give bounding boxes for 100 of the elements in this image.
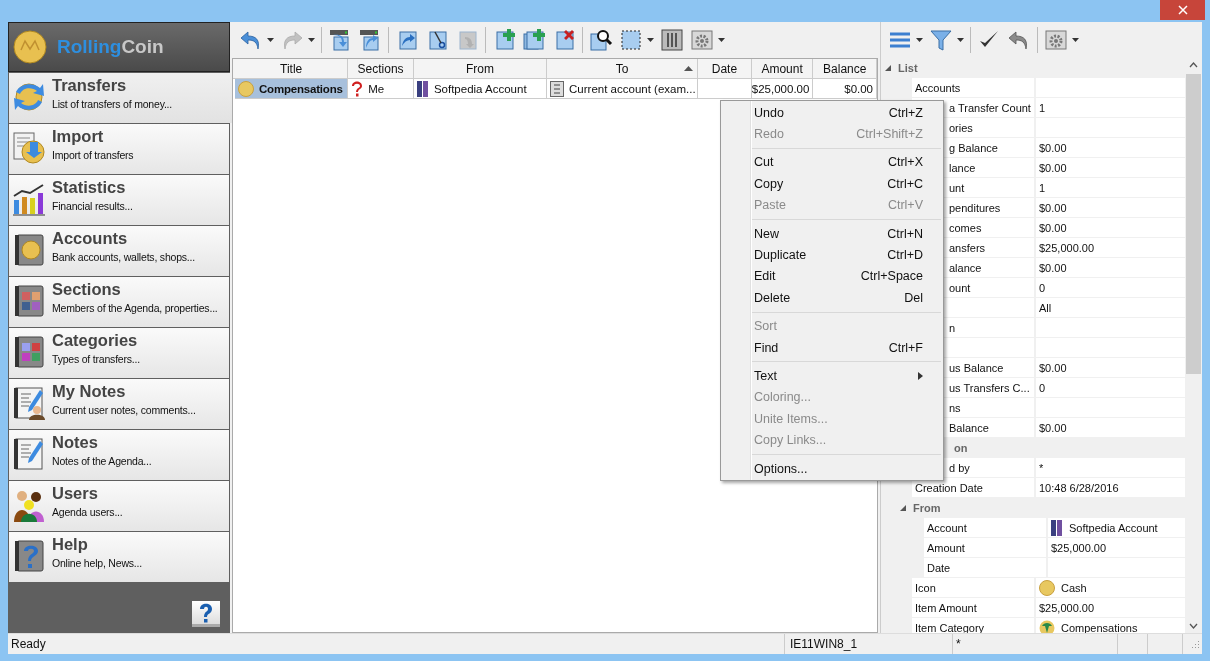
property-value[interactable]: $0.00	[1036, 138, 1185, 157]
property-value[interactable]: 0	[1036, 278, 1185, 297]
caret-icon	[718, 38, 725, 42]
notepad-user-icon	[12, 386, 46, 420]
property-value[interactable]: 1	[1036, 178, 1185, 197]
column-header[interactable]: Title	[235, 59, 349, 78]
navigation-item[interactable]: Sections Members of the Agenda, properties...	[9, 277, 229, 327]
filter-icon	[929, 28, 953, 52]
drive-arrow-icon	[358, 28, 382, 52]
help-button[interactable]	[192, 601, 220, 627]
navigation-item[interactable]: Users Agenda users...	[9, 481, 229, 531]
property-value[interactable]: $0.00	[1036, 158, 1185, 177]
property-name: Item Category	[912, 618, 1034, 633]
property-name: Amount	[924, 538, 1046, 557]
status-text: IE11WIN8_1	[785, 634, 953, 654]
binder-icon	[1051, 519, 1063, 536]
table-cell: $0.00	[813, 79, 877, 99]
coin-arrows-icon	[12, 80, 46, 114]
column-header[interactable]: From	[413, 59, 548, 78]
help-book-icon	[12, 539, 46, 573]
column-header[interactable]: Balance	[813, 59, 878, 78]
column-header[interactable]: Sections	[348, 59, 414, 78]
property-value[interactable]: Cash	[1036, 578, 1185, 597]
property-value[interactable]: $25,000.00	[1036, 598, 1185, 617]
navigation-item[interactable]: Categories Types of transfers...	[9, 328, 229, 378]
property-name: Creation Date	[912, 478, 1034, 497]
table-cell: Me	[348, 79, 414, 99]
address-book-icon	[12, 284, 46, 318]
property-value[interactable]: 1	[1036, 98, 1185, 117]
property-name: Item Amount	[912, 598, 1034, 617]
property-name: Icon	[912, 578, 1034, 597]
question-mark-icon	[197, 601, 215, 624]
binder-icon	[416, 80, 429, 97]
color-book-icon	[12, 335, 46, 369]
caret-icon	[1072, 38, 1079, 42]
coin-book-icon	[12, 233, 46, 267]
resize-grip-icon[interactable]	[1190, 639, 1200, 649]
navigation-item[interactable]: Statistics Financial results...	[9, 175, 229, 225]
property-value[interactable]: *	[1036, 458, 1185, 477]
navigation-item[interactable]: Import Import of transfers	[9, 124, 229, 174]
users-icon	[12, 488, 46, 522]
settings-icon	[690, 28, 714, 52]
property-value[interactable]: $25,000.00	[1048, 538, 1185, 557]
property-value[interactable]: $0.00	[1036, 198, 1185, 217]
submenu-arrow-icon	[918, 372, 923, 380]
property-value[interactable]: $25,000.00	[1036, 238, 1185, 257]
column-header[interactable]: To	[547, 59, 699, 78]
table-cell: Current account (exam...	[547, 79, 699, 99]
close-button[interactable]	[1160, 0, 1205, 20]
add-documents-icon	[522, 28, 546, 52]
search-icon	[589, 28, 613, 52]
status-text: *	[953, 634, 1118, 654]
column-header[interactable]: Date	[698, 59, 752, 78]
property-name: Account	[924, 518, 1046, 537]
property-value[interactable]: 10:48 6/28/2016	[1036, 478, 1185, 497]
app-name: RollingCoin	[57, 36, 164, 58]
scroll-up-icon[interactable]	[1189, 62, 1198, 68]
table-cell: Softpedia Account	[413, 79, 548, 99]
drive-arrow-icon	[328, 28, 352, 52]
column-header[interactable]: Amount	[751, 59, 814, 78]
settings-icon	[1044, 28, 1068, 52]
navigation-item[interactable]: Notes Notes of the Agenda...	[9, 430, 229, 480]
question-mark-icon	[351, 80, 364, 97]
scrollbar-thumb[interactable]	[1186, 74, 1201, 374]
coin-icon	[1039, 579, 1055, 596]
coin-icon	[238, 80, 254, 97]
collapse-icon[interactable]	[884, 63, 892, 72]
caret-icon	[267, 38, 274, 42]
table-cell: Compensations	[235, 79, 349, 99]
property-value[interactable]: $0.00	[1036, 258, 1185, 277]
scroll-down-icon[interactable]	[1189, 623, 1198, 629]
caret-icon	[916, 38, 923, 42]
property-value[interactable]: Compensations	[1036, 618, 1185, 633]
caret-icon	[647, 38, 654, 42]
property-value[interactable]: $0.00	[1036, 358, 1185, 377]
navigation-item[interactable]: Accounts Bank accounts, wallets, shops...	[9, 226, 229, 276]
import-icon	[12, 131, 46, 165]
property-value[interactable]: Softpedia Account	[1048, 518, 1185, 537]
property-value[interactable]: $0.00	[1036, 218, 1185, 237]
bank-icon	[550, 80, 565, 97]
menu-item[interactable]: Find Ctrl+F	[721, 336, 943, 359]
property-value[interactable]: 0	[1036, 378, 1185, 397]
status-text: Ready	[8, 634, 785, 654]
property-value[interactable]: All	[1036, 298, 1185, 317]
coin-icon	[13, 30, 47, 64]
navigation-item[interactable]: Transfers List of transfers of money...	[9, 73, 232, 123]
table-cell: $25,000.00	[751, 79, 814, 99]
property-value[interactable]: $0.00	[1036, 418, 1185, 437]
sort-ascending-icon	[684, 66, 694, 71]
bar-chart-icon	[12, 182, 46, 216]
navigation-item[interactable]: My Notes Current user notes, comments...	[9, 379, 229, 429]
collapse-icon[interactable]	[899, 503, 907, 512]
property-name: Date	[924, 558, 1046, 577]
property-name: Accounts	[912, 78, 1034, 97]
caret-icon	[957, 38, 964, 42]
close-icon	[1177, 5, 1188, 15]
selection-icon	[619, 28, 643, 52]
caret-icon	[308, 38, 315, 42]
navigation-item[interactable]: Help Online help, News...	[9, 532, 229, 582]
columns-icon	[660, 28, 684, 52]
